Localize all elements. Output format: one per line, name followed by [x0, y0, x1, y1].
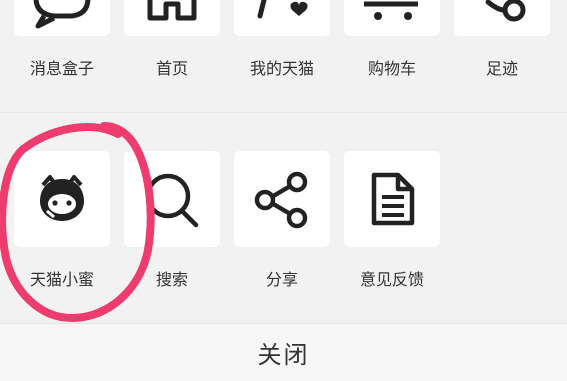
search-tile[interactable]	[124, 151, 220, 247]
search-label: 搜索	[155, 270, 188, 289]
tmall-assistant-icon	[14, 151, 110, 247]
footprint-tile[interactable]	[454, 0, 550, 36]
home-icon	[124, 0, 220, 36]
my-tmall-label: 我的天猫	[249, 59, 314, 78]
close-label: 关闭	[257, 341, 310, 369]
cart-tile[interactable]	[344, 0, 440, 36]
message-bubble-icon	[14, 0, 110, 36]
search-icon	[124, 151, 220, 247]
feedback-label: 意见反馈	[359, 270, 424, 289]
footprint-label: 足迹	[485, 59, 518, 78]
message-box-tile[interactable]	[14, 0, 110, 36]
my-tmall-tile[interactable]	[234, 0, 330, 36]
footprint-icon	[454, 0, 550, 36]
feedback-document-icon	[344, 151, 440, 247]
feedback-tile[interactable]	[344, 151, 440, 247]
message-box-label: 消息盒子	[29, 59, 94, 78]
my-tmall-icon	[234, 0, 330, 36]
tmall-assistant-label: 天猫小蜜	[29, 270, 94, 289]
share-tile[interactable]	[234, 151, 330, 247]
share-icon	[234, 151, 330, 247]
home-label: 首页	[155, 59, 188, 78]
tmall-assistant-tile[interactable]	[14, 151, 110, 247]
section-divider	[0, 112, 567, 113]
share-label: 分享	[265, 270, 298, 289]
cart-label: 购物车	[367, 59, 416, 78]
cart-icon	[344, 0, 440, 36]
close-button[interactable]: 关闭	[0, 324, 567, 381]
home-tile[interactable]	[124, 0, 220, 36]
